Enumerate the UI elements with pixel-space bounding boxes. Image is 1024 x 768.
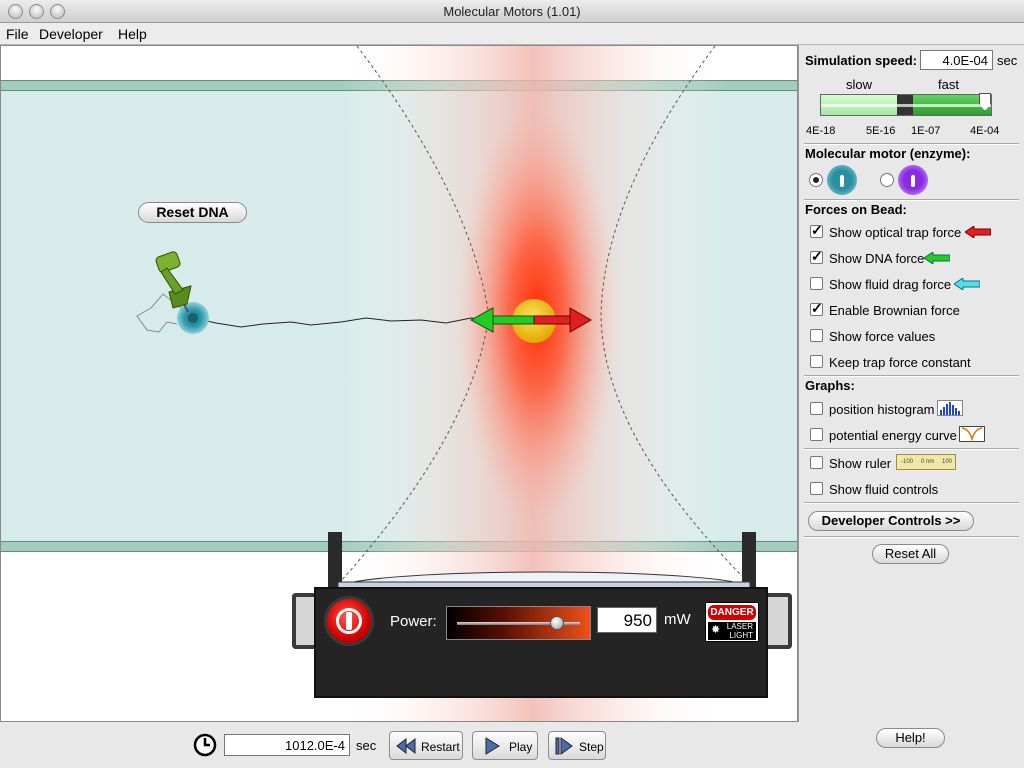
fluid-drag-force-checkbox[interactable] xyxy=(810,277,823,290)
panel-divider xyxy=(804,143,1019,145)
teal-enzyme-icon xyxy=(827,165,857,195)
force-values-checkbox[interactable] xyxy=(810,329,823,342)
sim-speed-input[interactable]: 4.0E-04 xyxy=(920,50,993,70)
force-values-label[interactable]: Show force values xyxy=(829,329,935,344)
fluid-controls-label[interactable]: Show fluid controls xyxy=(829,482,938,497)
ruler-icon: -100 0 nm 100 xyxy=(896,454,956,470)
show-ruler-label[interactable]: Show ruler xyxy=(829,456,891,471)
time-unit: sec xyxy=(356,738,377,753)
panel-divider xyxy=(804,375,1019,377)
pushpin-icon xyxy=(155,251,192,313)
fluid-drag-force-label[interactable]: Show fluid drag force xyxy=(829,277,951,292)
clock-icon xyxy=(193,733,217,757)
laser-power-slider[interactable] xyxy=(446,606,591,640)
help-button[interactable]: Help! xyxy=(876,728,945,748)
red-arrow-icon xyxy=(965,226,991,238)
position-histogram-label[interactable]: position histogram xyxy=(829,402,935,417)
graphs-title: Graphs: xyxy=(805,378,855,393)
power-unit: mW xyxy=(664,611,691,628)
menu-file[interactable]: File xyxy=(6,26,29,42)
speed-fast-label: fast xyxy=(938,77,959,92)
sim-speed-slider[interactable] xyxy=(820,93,992,116)
power-value-input[interactable]: 950 xyxy=(597,607,657,633)
optical-trap-force-label[interactable]: Show optical trap force xyxy=(829,225,961,240)
trap-force-constant-label[interactable]: Keep trap force constant xyxy=(829,355,971,370)
trap-force-constant-checkbox[interactable] xyxy=(810,355,823,368)
potential-energy-checkbox[interactable] xyxy=(810,428,823,441)
play-label: Play xyxy=(509,740,533,754)
motor-radio-teal[interactable] xyxy=(809,173,823,187)
panel-divider xyxy=(804,502,1019,504)
play-button[interactable]: Play xyxy=(472,731,538,760)
reset-all-button[interactable]: Reset All xyxy=(872,544,949,564)
window-title: Molecular Motors (1.01) xyxy=(443,4,581,19)
histogram-icon xyxy=(937,400,963,416)
ruler-icon-tick: 100 xyxy=(942,459,953,465)
green-arrow-icon xyxy=(924,252,950,264)
energy-curve-icon xyxy=(959,426,985,442)
position-histogram-checkbox[interactable] xyxy=(810,402,823,415)
restart-label: Restart xyxy=(421,740,460,754)
panel-divider xyxy=(804,199,1019,201)
power-label: Power: xyxy=(390,613,437,630)
ruler-icon-tick: -100 xyxy=(901,459,914,465)
speed-tick-1: 4E-18 xyxy=(806,125,836,137)
motor-radio-purple[interactable] xyxy=(880,173,894,187)
menu-bar: File Developer Help xyxy=(0,23,1024,45)
developer-controls-button[interactable]: Developer Controls >> xyxy=(808,511,974,531)
dna-force-label[interactable]: Show DNA force xyxy=(829,251,924,266)
speed-tick-2: 5E-16 xyxy=(866,125,896,137)
potential-energy-label[interactable]: potential energy curve xyxy=(829,428,957,443)
show-ruler-checkbox[interactable] xyxy=(810,456,823,469)
danger-laser-sign: DANGER ✸ LASER LIGHT xyxy=(705,602,759,642)
step-icon xyxy=(555,737,573,755)
speed-tick-4: 4E-04 xyxy=(970,125,1000,137)
ruler-icon-tick: 0 nm xyxy=(921,459,935,465)
motor-title: Molecular motor (enzyme): xyxy=(805,146,971,161)
laser-handle-right xyxy=(766,593,792,649)
cyan-arrow-icon xyxy=(954,278,980,290)
purple-enzyme-icon xyxy=(898,165,928,195)
step-button[interactable]: Step xyxy=(548,731,606,760)
speed-slow-label: slow xyxy=(846,77,873,92)
panel-divider xyxy=(804,448,1019,450)
menu-help[interactable]: Help xyxy=(118,26,147,42)
restart-button[interactable]: Restart xyxy=(389,731,463,760)
fluid-controls-checkbox[interactable] xyxy=(810,482,823,495)
step-label: Step xyxy=(579,740,604,754)
laser-housing xyxy=(314,587,768,698)
optical-trap-force-checkbox[interactable] xyxy=(810,222,823,239)
brownian-force-label[interactable]: Enable Brownian force xyxy=(829,303,960,318)
laser-power-button[interactable] xyxy=(324,596,374,646)
power-slider-knob[interactable] xyxy=(550,616,565,630)
forces-title: Forces on Bead: xyxy=(805,202,907,217)
dna-force-checkbox[interactable] xyxy=(810,248,823,265)
laser-burst-icon: ✸ xyxy=(711,624,721,636)
panel-divider xyxy=(804,536,1019,538)
rewind-icon xyxy=(396,737,416,755)
sim-speed-unit: sec xyxy=(997,53,1018,68)
play-icon xyxy=(485,737,500,755)
window-title-bar: Molecular Motors (1.01) xyxy=(0,0,1024,23)
sim-speed-label: Simulation speed: xyxy=(805,53,917,68)
speed-tick-3: 1E-07 xyxy=(911,125,941,137)
danger-label: DANGER xyxy=(708,605,756,620)
time-readout: 1012.0E-4 xyxy=(224,734,350,756)
brownian-force-checkbox[interactable] xyxy=(810,300,823,317)
menu-developer[interactable]: Developer xyxy=(39,26,103,42)
reset-dna-button[interactable]: Reset DNA xyxy=(138,202,247,223)
